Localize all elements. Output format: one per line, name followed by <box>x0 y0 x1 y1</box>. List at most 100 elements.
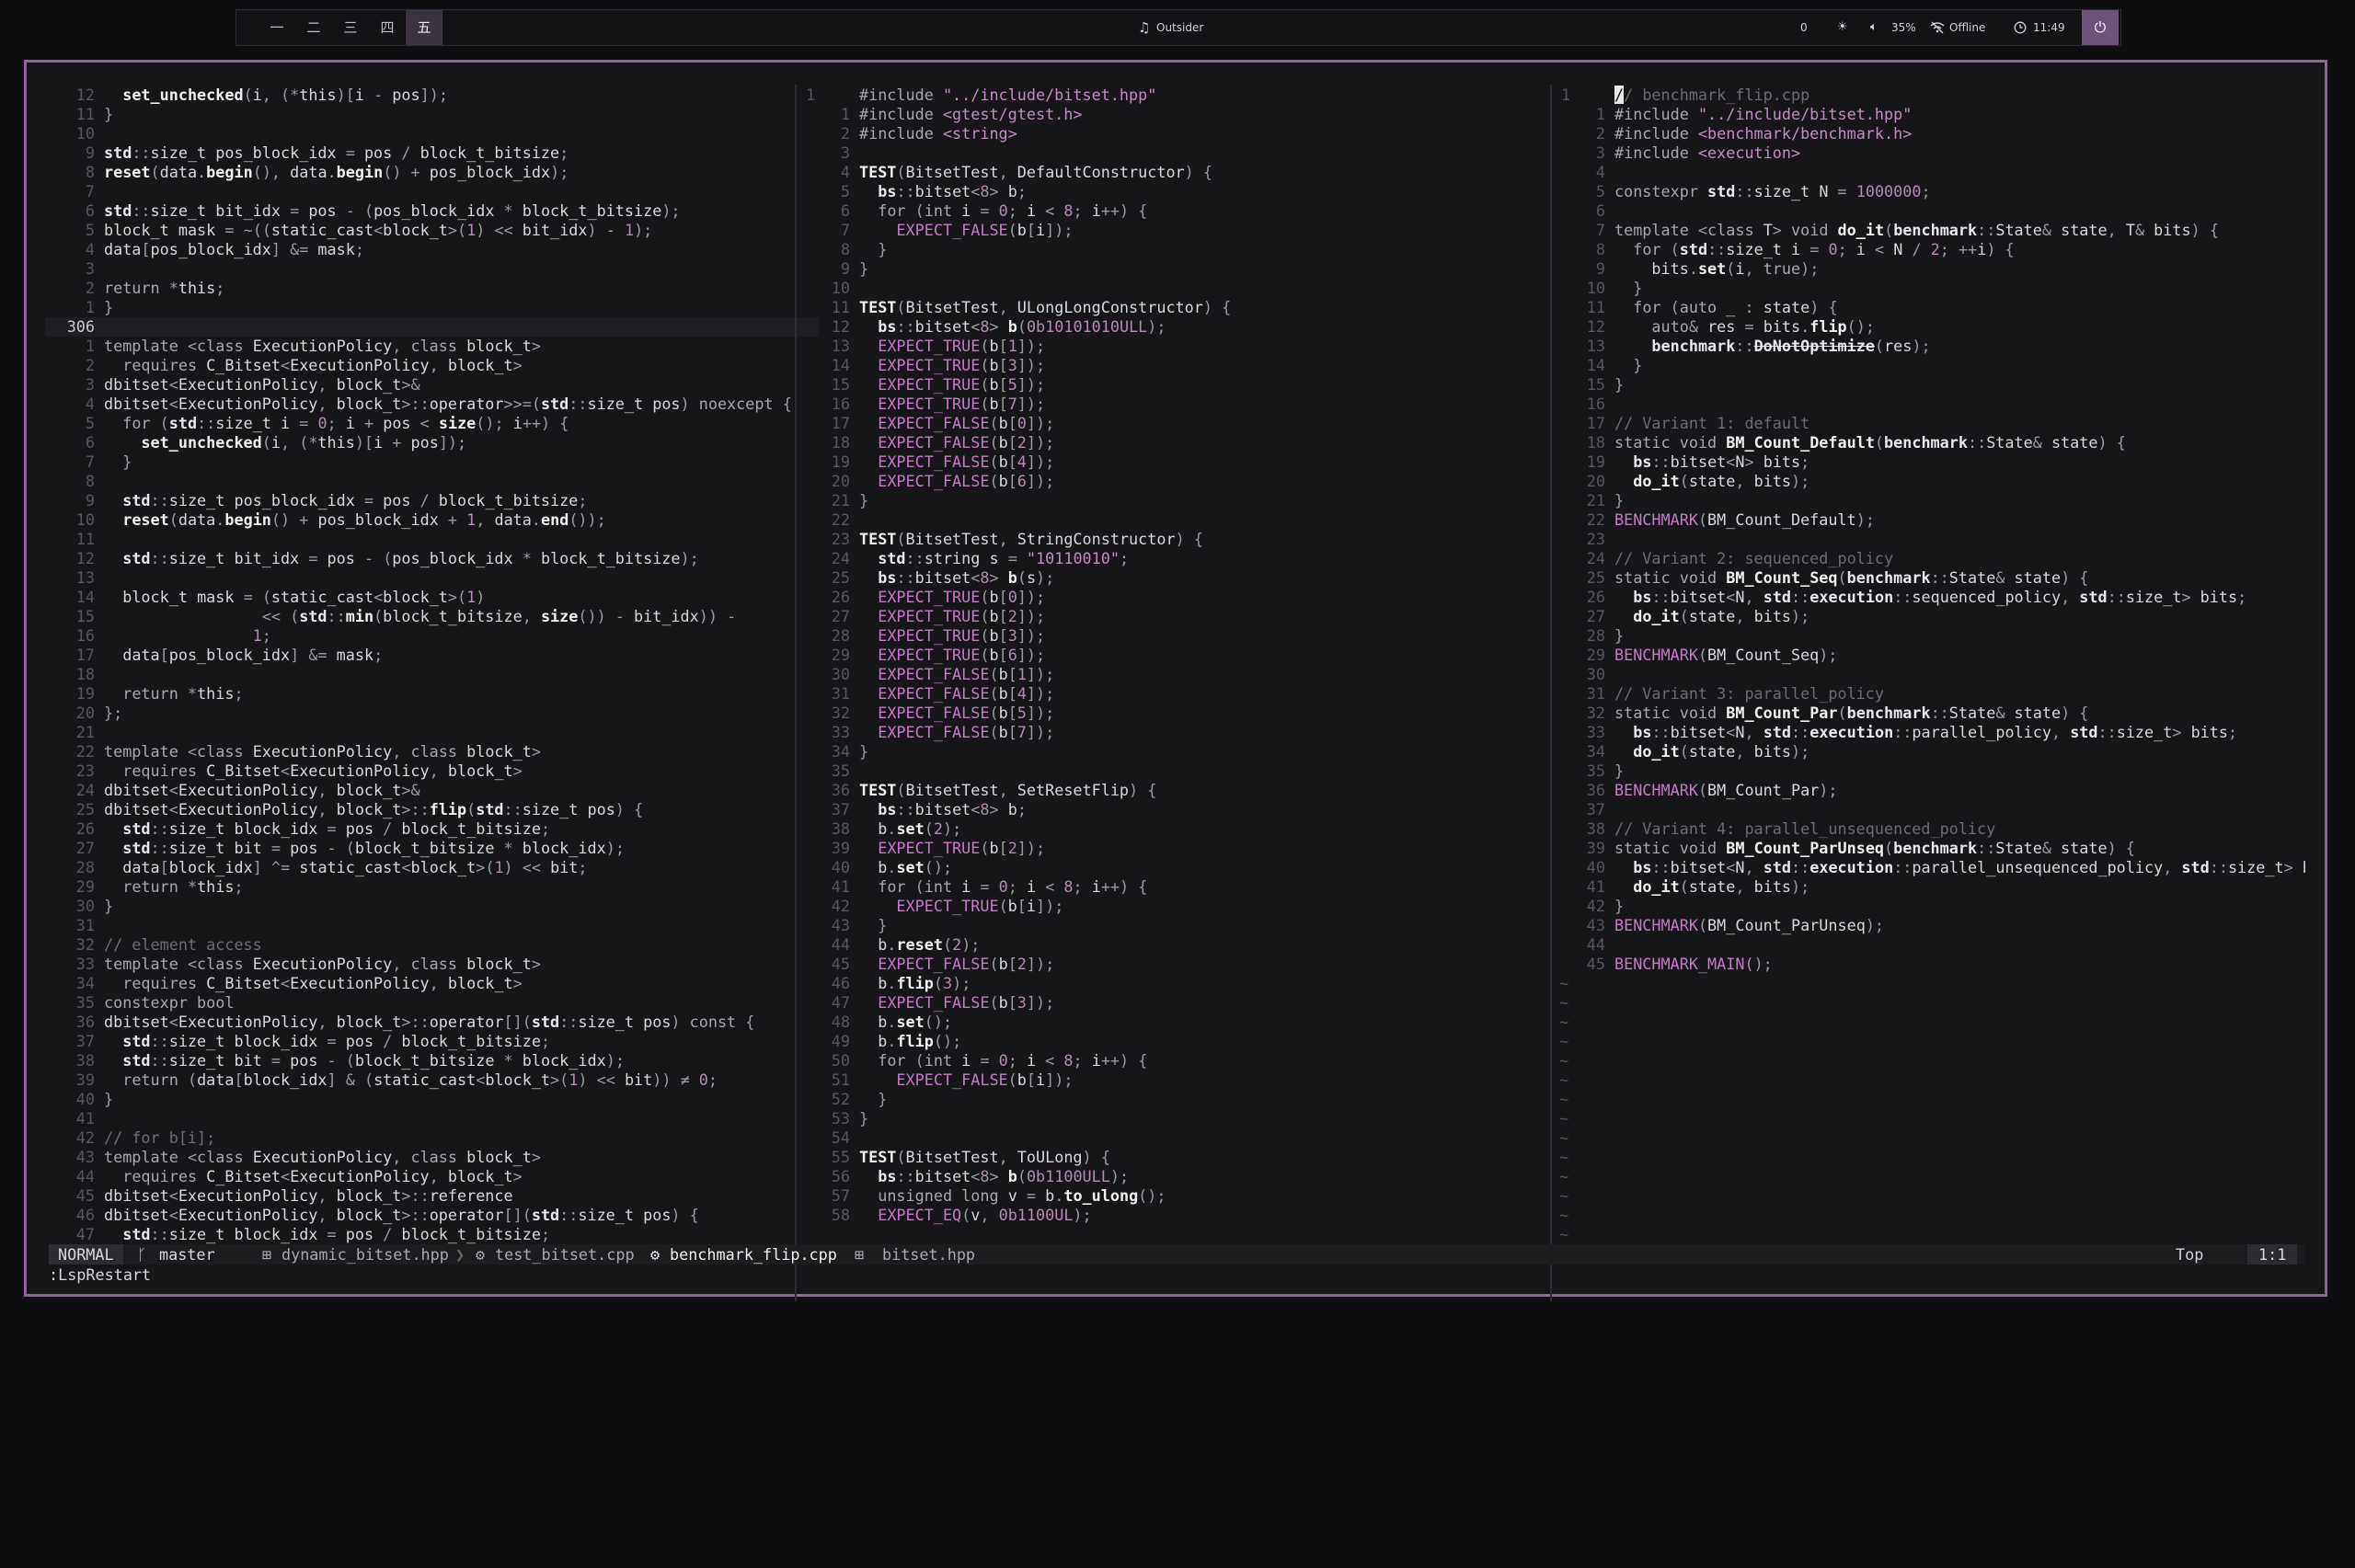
code-line[interactable]: 53} <box>800 1109 1536 1128</box>
code-line[interactable]: 1} <box>45 298 819 317</box>
code-line[interactable]: 40 b.set(); <box>800 858 1536 877</box>
code-line[interactable]: 18 EXPECT_FALSE(b[2]); <box>800 433 1536 452</box>
code-line[interactable]: 17 data[pos_block_idx] &= mask; <box>45 646 819 665</box>
code-line[interactable]: 57 unsigned long v = b.to_ulong(); <box>800 1186 1536 1206</box>
code-line[interactable]: 9 std::size_t pos_block_idx = pos / bloc… <box>45 491 819 510</box>
code-line[interactable]: 29 BENCHMARK(BM_Count_Seq); <box>1556 646 2305 665</box>
code-line[interactable]: 40} <box>45 1090 819 1109</box>
code-line[interactable]: 38 std::size_t bit = pos - (block_t_bits… <box>45 1051 819 1070</box>
code-line[interactable]: 37 bs::bitset<8> b; <box>800 800 1536 819</box>
code-line[interactable]: 13 <box>45 568 819 588</box>
code-line[interactable]: 47 std::size_t block_idx = pos / block_t… <box>45 1225 819 1244</box>
code-line[interactable]: 4 TEST(BitsetTest, DefaultConstructor) { <box>800 163 1536 182</box>
code-line[interactable]: 19 EXPECT_FALSE(b[4]); <box>800 452 1536 472</box>
code-line[interactable]: 16 <box>1556 395 2305 414</box>
code-line[interactable]: 14 block_t mask = (static_cast<block_t>(… <box>45 588 819 607</box>
code-line[interactable]: 23 requires C_Bitset<ExecutionPolicy, bl… <box>45 761 819 781</box>
code-line[interactable]: 14 EXPECT_TRUE(b[3]); <box>800 356 1536 375</box>
code-line[interactable]: 32 // element access <box>45 935 819 955</box>
code-line[interactable]: 33 template <class ExecutionPolicy, class… <box>45 955 819 974</box>
editor-pane-dynamic-bitset[interactable]: 12 set_unchecked(i, (*this)[i - pos]); 11… <box>45 85 819 1301</box>
code-line[interactable]: 24 dbitset<ExecutionPolicy, block_t>& <box>45 781 819 800</box>
code-line[interactable]: 13 EXPECT_TRUE(b[1]); <box>800 337 1536 356</box>
code-line[interactable]: 45 EXPECT_FALSE(b[2]); <box>800 955 1536 974</box>
code-line[interactable]: 8 <box>45 472 819 491</box>
code-line[interactable]: 44 b.reset(2); <box>800 935 1536 955</box>
workspace-5-button[interactable]: 五 <box>406 10 442 45</box>
code-line[interactable]: 48 b.set(); <box>800 1013 1536 1032</box>
code-line[interactable]: 35 constexpr bool <box>45 993 819 1013</box>
code-line[interactable]: 52 } <box>800 1090 1536 1109</box>
code-line[interactable]: 36 TEST(BitsetTest, SetResetFlip) { <box>800 781 1536 800</box>
code-line[interactable]: 42 // for b[i]; <box>45 1128 819 1148</box>
code-line[interactable]: 45 BENCHMARK_MAIN(); <box>1556 955 2305 974</box>
code-line[interactable]: 54 <box>800 1128 1536 1148</box>
code-line[interactable]: 38 b.set(2); <box>800 819 1536 839</box>
code-line[interactable]: 47 EXPECT_FALSE(b[3]); <box>800 993 1536 1013</box>
code-line[interactable]: 11 <box>45 530 819 549</box>
code-line[interactable]: 21} <box>1556 491 2305 510</box>
editor-pane-test-bitset[interactable]: 1 #include "../include/bitset.hpp" 1 #inclu… <box>800 85 1536 1301</box>
code-line[interactable]: 9 std::size_t pos_block_idx = pos / block… <box>45 143 819 163</box>
code-line[interactable]: 18 static void BM_Count_Default(benchmark… <box>1556 433 2305 452</box>
editor-pane-benchmark-flip[interactable]: 1 // benchmark_flip.cpp 1 #include "../incl… <box>1556 85 2305 1301</box>
code-line[interactable]: 20}; <box>45 704 819 723</box>
buffer-tab-2[interactable]: test_bitset.cpp <box>495 1244 635 1265</box>
code-line[interactable]: 14 } <box>1556 356 2305 375</box>
code-line[interactable]: 12 set_unchecked(i, (*this)[i - pos]); <box>45 86 819 105</box>
code-line[interactable]: 38 // Variant 4: parallel_unsequenced_pol… <box>1556 819 2305 839</box>
code-line[interactable]: 11 for (auto _ : state) { <box>1556 298 2305 317</box>
brightness-icon[interactable]: ☀ <box>1837 10 1848 45</box>
code-line[interactable]: 28 EXPECT_TRUE(b[3]); <box>800 626 1536 646</box>
code-line[interactable]: 42} <box>1556 897 2305 916</box>
code-line[interactable]: 45 dbitset<ExecutionPolicy, block_t>::ref… <box>45 1186 819 1206</box>
code-line[interactable]: 26 bs::bitset<N, std::execution::sequenc… <box>1556 588 2305 607</box>
code-line[interactable]: 10 } <box>1556 279 2305 298</box>
code-line[interactable]: 46 b.flip(3); <box>800 974 1536 993</box>
code-line[interactable]: 37 std::size_t block_idx = pos / block_t… <box>45 1032 819 1051</box>
code-line[interactable]: 6 set_unchecked(i, (*this)[i + pos]); <box>45 433 819 452</box>
code-line[interactable]: 39 EXPECT_TRUE(b[2]); <box>800 839 1536 858</box>
code-line[interactable]: 41 for (int i = 0; i < 8; i++) { <box>800 877 1536 897</box>
code-line[interactable]: 15 EXPECT_TRUE(b[5]); <box>800 375 1536 395</box>
code-line[interactable]: 50 for (int i = 0; i < 8; i++) { <box>800 1051 1536 1070</box>
code-line[interactable]: 7 template <class T> void do_it(benchmark… <box>1556 221 2305 240</box>
code-line[interactable]: 23 <box>1556 530 2305 549</box>
code-line[interactable]: 51 EXPECT_FALSE(b[i]); <box>800 1070 1536 1090</box>
code-line[interactable]: 5 for (std::size_t i = 0; i + pos < size… <box>45 414 819 433</box>
code-line[interactable]: 25 dbitset<ExecutionPolicy, block_t>::fli… <box>45 800 819 819</box>
code-line[interactable]: 9 bits.set(i, true); <box>1556 259 2305 279</box>
code-line[interactable]: 29 EXPECT_TRUE(b[6]); <box>800 646 1536 665</box>
code-line[interactable]: 5 bs::bitset<8> b; <box>800 182 1536 201</box>
buffer-tab-3-active[interactable]: benchmark_flip.cpp <box>670 1244 837 1265</box>
code-line[interactable]: 10 reset(data.begin() + pos_block_idx + … <box>45 510 819 530</box>
code-line[interactable]: 55 TEST(BitsetTest, ToULong) { <box>800 1148 1536 1167</box>
code-line[interactable]: 6 std::size_t bit_idx = pos - (pos_block_… <box>45 201 819 221</box>
code-line[interactable]: 7 <box>45 182 819 201</box>
code-line[interactable]: 1 #include "../include/bitset.hpp" <box>1556 105 2305 124</box>
code-line[interactable]: 3 <box>800 143 1536 163</box>
code-line[interactable]: 43 } <box>800 916 1536 935</box>
code-line[interactable]: 27 std::size_t bit = pos - (block_t_bits… <box>45 839 819 858</box>
code-line[interactable]: 49 b.flip(); <box>800 1032 1536 1051</box>
code-line[interactable]: 29 return *this; <box>45 877 819 897</box>
code-line[interactable]: 11} <box>45 105 819 124</box>
code-line[interactable]: 19 bs::bitset<N> bits; <box>1556 452 2305 472</box>
command-line[interactable]: :LspRestart <box>49 1265 151 1285</box>
code-line[interactable]: 15 << (std::min(block_t_bitsize, size())… <box>45 607 819 626</box>
code-line[interactable]: 12 bs::bitset<8> b(0b10101010ULL); <box>800 317 1536 337</box>
network-status[interactable]: Offline <box>1949 10 1985 45</box>
code-line[interactable]: 58 EXPECT_EQ(v, 0b1100UL); <box>800 1206 1536 1225</box>
buffer-tab-1[interactable]: dynamic_bitset.hpp <box>281 1244 449 1265</box>
code-line[interactable]: 31 <box>45 916 819 935</box>
code-line[interactable]: 19 return *this; <box>45 684 819 704</box>
code-line[interactable]: 2 requires C_Bitset<ExecutionPolicy, blo… <box>45 356 819 375</box>
code-line[interactable]: 56 bs::bitset<8> b(0b1100ULL); <box>800 1167 1536 1186</box>
code-line[interactable]: 1 template <class ExecutionPolicy, class … <box>45 337 819 356</box>
code-line[interactable]: 31 // Variant 3: parallel_policy <box>1556 684 2305 704</box>
clock[interactable]: 11:49 <box>2033 10 2065 45</box>
code-line[interactable]: 22 <box>800 510 1536 530</box>
notification-count[interactable]: 0 <box>1800 10 1808 45</box>
code-line[interactable]: 13 benchmark::DoNotOptimize(res); <box>1556 337 2305 356</box>
code-line[interactable]: 42 EXPECT_TRUE(b[i]); <box>800 897 1536 916</box>
